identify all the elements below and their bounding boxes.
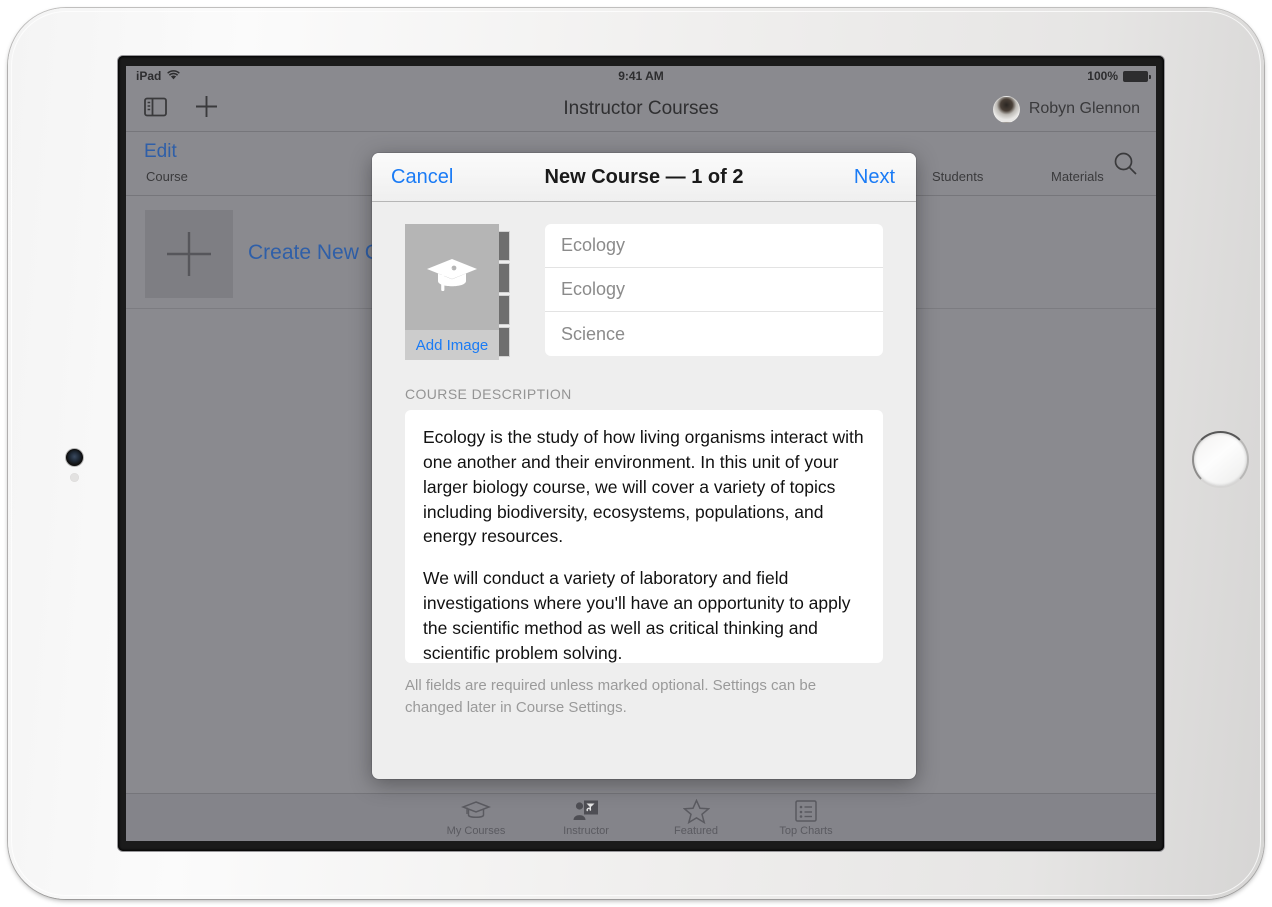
star-icon <box>682 798 710 824</box>
tab-bar: My Courses Instructor Featured Top Chart… <box>126 793 1156 841</box>
stack-bar <box>499 327 510 357</box>
battery-percent-label: 100% <box>1087 69 1118 83</box>
description-paragraph: We will conduct a variety of laboratory … <box>423 568 851 663</box>
navigation-bar: Instructor Courses Robyn Glennon <box>126 86 1156 132</box>
description-paragraph: Ecology is the study of how living organ… <box>423 427 864 547</box>
account-button[interactable]: Robyn Glennon <box>992 86 1140 132</box>
ambient-sensor <box>70 473 79 482</box>
modal-header: Cancel New Course — 1 of 2 Next <box>372 153 916 202</box>
course-description-textarea[interactable]: Ecology is the study of how living organ… <box>405 410 883 663</box>
new-course-modal: Cancel New Course — 1 of 2 Next Add Imag… <box>372 153 916 779</box>
instructor-whiteboard-icon <box>572 798 600 824</box>
course-subject-input[interactable]: Science <box>545 312 883 356</box>
list-icon <box>794 798 818 824</box>
tab-label: Featured <box>673 825 719 837</box>
graduation-cap-icon <box>461 798 491 824</box>
tab-top-charts[interactable]: Top Charts <box>751 794 861 842</box>
plus-icon <box>145 210 233 298</box>
course-fields-card: Ecology Ecology Science <box>545 224 883 356</box>
course-image-picker[interactable]: Add Image <box>405 224 521 360</box>
stack-bar <box>499 263 510 293</box>
add-image-button[interactable]: Add Image <box>405 330 499 360</box>
tab-my-courses[interactable]: My Courses <box>421 794 531 842</box>
course-description-label: COURSE DESCRIPTION <box>405 386 572 402</box>
ipad-screen: iPad 9:41 AM 100% Instructor Courses Rob… <box>126 66 1156 841</box>
tab-featured[interactable]: Featured <box>641 794 751 842</box>
column-header-materials: Materials <box>1051 169 1104 184</box>
front-camera <box>66 449 83 466</box>
form-footnote: All fields are required unless marked op… <box>405 677 817 716</box>
course-short-name-input[interactable]: Ecology <box>545 268 883 312</box>
battery-full-icon <box>1123 70 1151 82</box>
column-header-students: Students <box>932 169 984 184</box>
user-name-label: Robyn Glennon <box>1028 100 1140 117</box>
status-bar: iPad 9:41 AM 100% <box>126 66 1156 86</box>
course-basics-row: Add Image Ecology Ecology Science <box>405 224 883 360</box>
home-button[interactable] <box>1192 431 1249 488</box>
create-course-thumbnail <box>145 210 233 298</box>
ipad-device: iPad 9:41 AM 100% Instructor Courses Rob… <box>8 8 1264 899</box>
status-time: 9:41 AM <box>618 69 664 83</box>
tab-label: Instructor <box>563 825 609 837</box>
course-image-placeholder <box>405 224 499 330</box>
stack-bar <box>499 231 510 261</box>
column-header-course: Course <box>146 169 188 184</box>
screen-bezel: iPad 9:41 AM 100% Instructor Courses Rob… <box>118 56 1164 851</box>
tab-label: My Courses <box>446 825 506 837</box>
tab-label: Top Charts <box>779 825 833 837</box>
edit-button[interactable]: Edit <box>144 141 177 163</box>
graduation-cap-icon <box>424 254 480 301</box>
avatar <box>992 95 1020 123</box>
modal-body: Add Image Ecology Ecology Science COURSE… <box>372 202 916 719</box>
stack-bar <box>499 295 510 325</box>
course-title-input[interactable]: Ecology <box>545 224 883 268</box>
next-button[interactable]: Next <box>854 153 895 202</box>
tab-instructor[interactable]: Instructor <box>531 794 641 842</box>
status-right: 100% <box>1087 69 1151 83</box>
modal-title: New Course — 1 of 2 <box>544 166 744 188</box>
image-stack-decoration <box>499 231 510 359</box>
